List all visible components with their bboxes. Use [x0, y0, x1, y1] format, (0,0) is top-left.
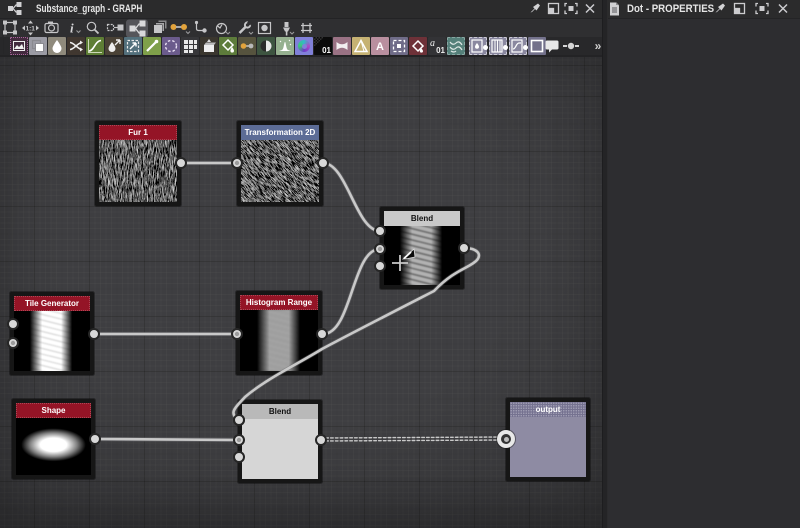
svg-text:1:1: 1:1 [26, 26, 36, 33]
svg-text:i: i [70, 21, 74, 36]
